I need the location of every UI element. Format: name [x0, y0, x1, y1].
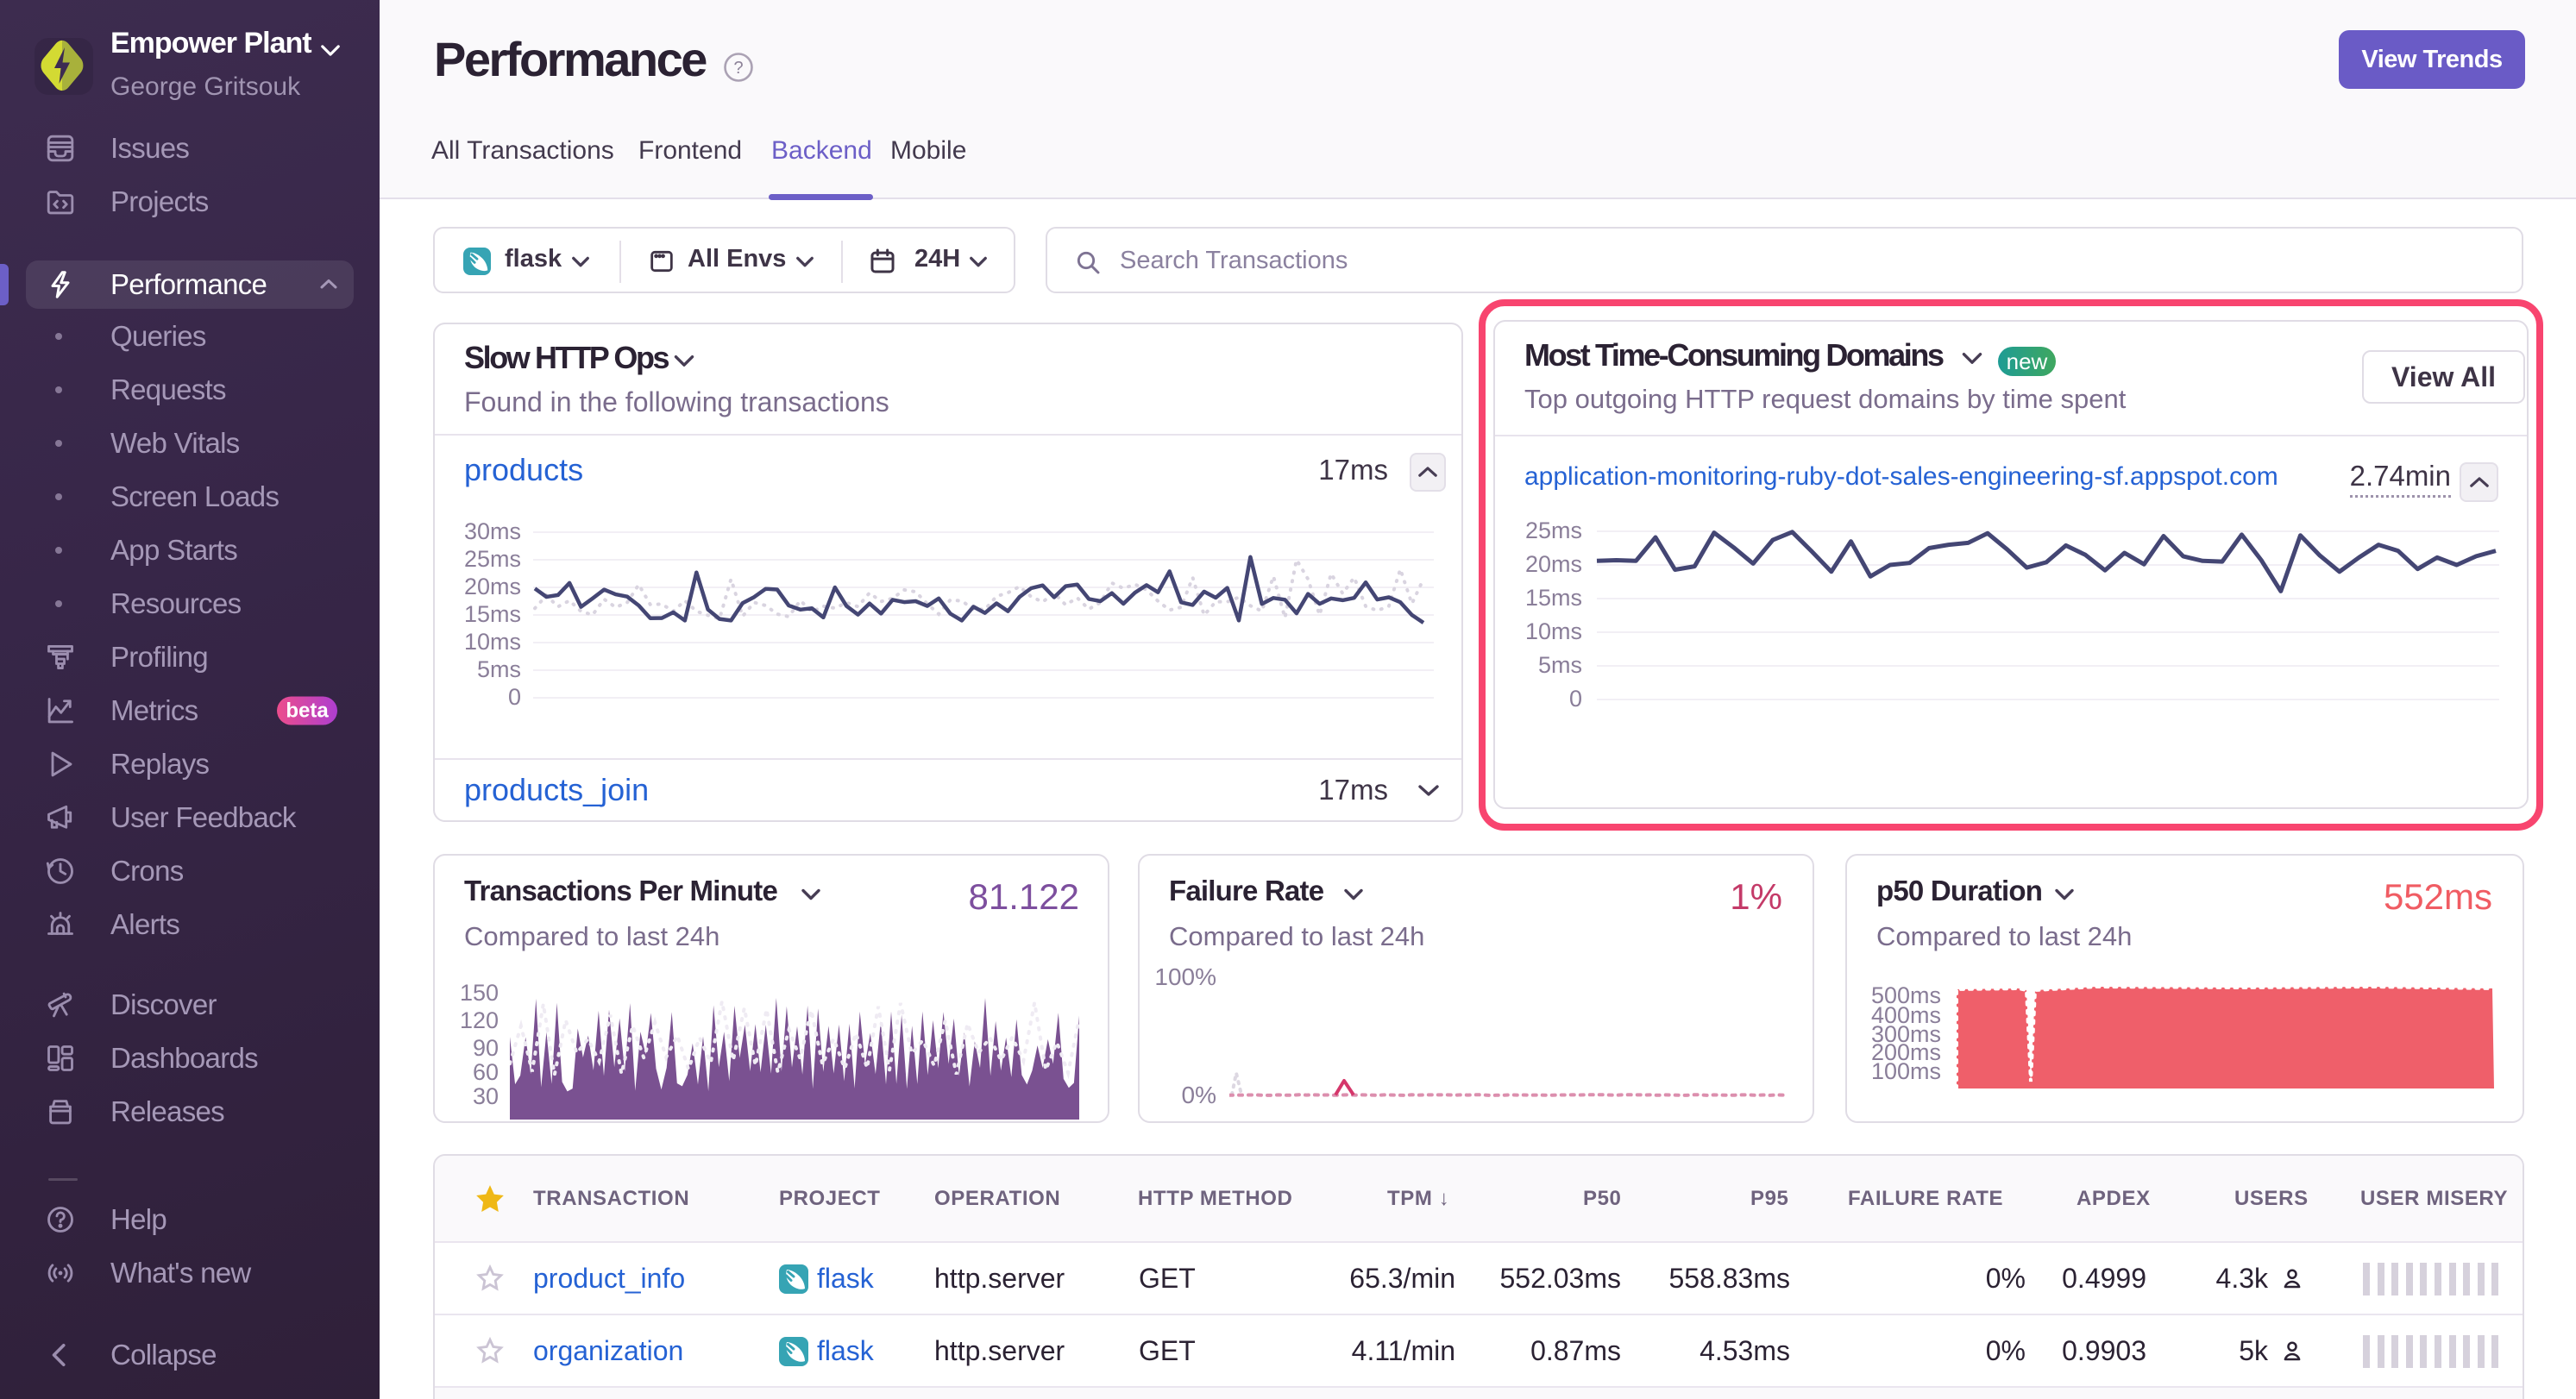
svg-text:?: ?	[733, 59, 743, 78]
